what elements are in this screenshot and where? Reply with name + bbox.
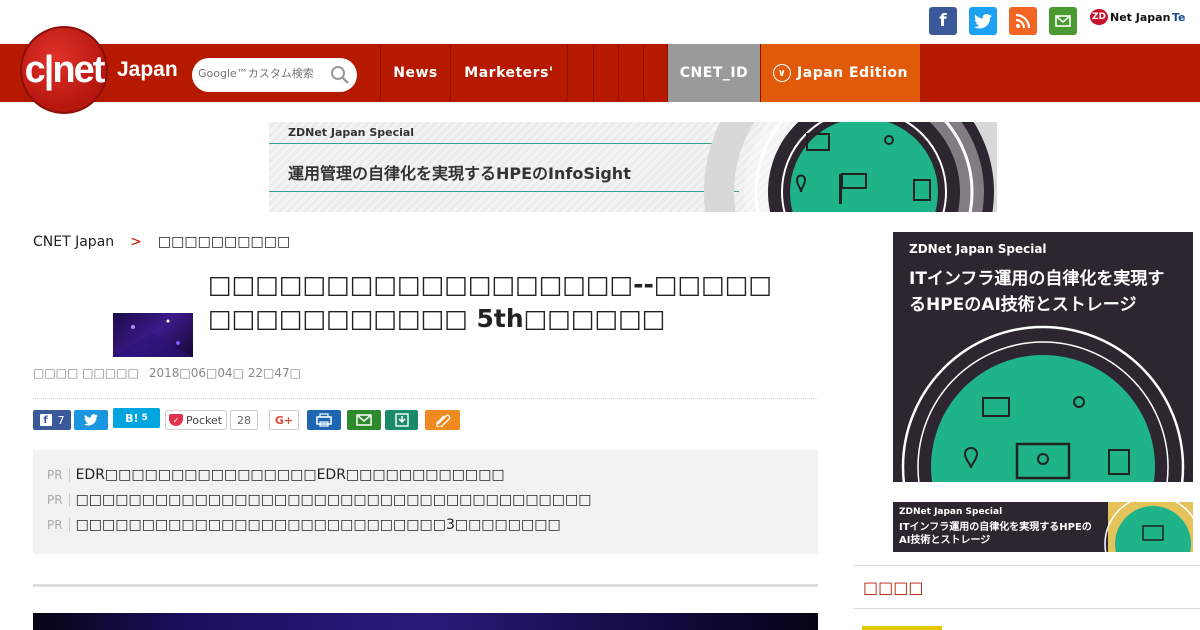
nav-empty-3[interactable]	[618, 44, 643, 102]
zdnet-label: Net Japan	[1110, 10, 1171, 24]
print-button[interactable]	[307, 410, 341, 430]
twitter-icon[interactable]	[969, 7, 997, 35]
paperclip-icon	[435, 414, 450, 427]
utility-bar: f ZD Net Japan Te	[0, 0, 1200, 44]
clip-button[interactable]	[425, 410, 460, 430]
pr-tag: PR	[47, 468, 70, 482]
nav-empty-4[interactable]	[643, 44, 667, 102]
sidebar-section-title: □□□□	[863, 578, 924, 597]
pr-link[interactable]: EDR□□□□□□□□□□□□□□□□EDR□□□□□□□□□□□□	[76, 467, 505, 483]
download-icon	[394, 413, 409, 427]
japan-edition-label: Japan Edition	[797, 65, 908, 81]
sidebar-small-ad[interactable]: ZDNet Japan Special ITインフラ運用の自律化を実現するHPE…	[893, 502, 1193, 552]
facebook-share-count: 7	[57, 413, 65, 427]
cnet-logo[interactable]: c|net	[20, 26, 108, 114]
mail-icon[interactable]	[1049, 7, 1077, 35]
mail-icon	[356, 414, 372, 426]
facebook-icon: f	[39, 414, 52, 426]
pr-item[interactable]: PR □□□□□□□□□□□□□□□□□□□□□□□□□□□□3□□□□□□□□	[47, 517, 561, 533]
article-byline: □□□□ □□□□□ 2018□06□04□ 22□47□	[33, 366, 301, 380]
nav-empty-1[interactable]	[567, 44, 593, 102]
pr-tag: PR	[47, 493, 70, 507]
pocket-icon: ✓	[169, 414, 183, 426]
divider	[33, 398, 818, 399]
nav-cnet-id[interactable]: CNET_ID	[667, 44, 760, 102]
facebook-share-button[interactable]: f 7	[33, 410, 71, 430]
hatena-count: 5	[141, 413, 148, 423]
section-divider	[33, 584, 818, 587]
breadcrumb: CNET Japan > □□□□□□□□□□	[33, 234, 290, 250]
search-icon[interactable]	[329, 64, 351, 86]
pocket-button[interactable]: ✓ Pocket	[165, 410, 227, 430]
breadcrumb-home[interactable]: CNET Japan	[33, 234, 114, 250]
print-icon	[316, 413, 332, 427]
sidebar-section-heading: □□□□	[853, 565, 1200, 609]
logo-japan-label[interactable]: Japan	[117, 58, 178, 82]
article-main-image	[33, 613, 818, 630]
top-banner-ad[interactable]: ZDNet Japan Special 運用管理の自律化を実現するHPEのInf…	[269, 122, 997, 212]
facebook-icon[interactable]: f	[929, 7, 957, 35]
article-thumbnail	[113, 313, 193, 357]
email-share-button[interactable]	[347, 410, 381, 430]
hatena-bookmark-button[interactable]: B! 5	[113, 408, 160, 428]
search-input[interactable]	[198, 67, 328, 80]
banner-rule	[269, 143, 739, 144]
breadcrumb-current[interactable]: □□□□□□□□□□	[158, 234, 290, 250]
sidebar-thumbnail[interactable]	[862, 626, 942, 630]
sidebar-ad-label: ZDNet Japan Special	[909, 242, 1047, 256]
banner-headline: 運用管理の自律化を実現するHPEのInfoSight	[288, 164, 631, 183]
article-title: □□□□□□□□□□□□□□□□□□--□□□□□ □□□□□□□□□□□ 5t…	[208, 270, 773, 333]
rss-icon[interactable]	[1009, 7, 1037, 35]
nav-japan-edition[interactable]: ∨ Japan Edition	[760, 44, 920, 102]
twitter-icon	[84, 414, 98, 426]
pr-link[interactable]: □□□□□□□□□□□□□□□□□□□□□□□□□□□□□□□□□□□□□□□	[76, 492, 592, 508]
sidebar-ad-headline: ITインフラ運用の自律化を実現するHPEのAI技術とストレージ	[909, 269, 1165, 315]
zdnet-link[interactable]: ZD Net Japan	[1090, 9, 1170, 25]
google-plus-button[interactable]: G+	[269, 410, 299, 430]
small-ad-label: ZDNet Japan Special	[899, 507, 1003, 517]
nav-marketers[interactable]: Marketers'	[450, 44, 567, 102]
pr-box: PR EDR□□□□□□□□□□□□□□□□EDR□□□□□□□□□□□□ PR…	[33, 450, 818, 554]
save-button[interactable]	[385, 410, 418, 430]
breadcrumb-separator: >	[130, 234, 142, 250]
pr-item[interactable]: PR □□□□□□□□□□□□□□□□□□□□□□□□□□□□□□□□□□□□□…	[47, 492, 591, 508]
banner-rule	[269, 191, 739, 192]
zdnet-badge: ZD	[1090, 9, 1108, 25]
pocket-count: 28	[230, 410, 258, 430]
sidebar-ad[interactable]: ZDNet Japan Special ITインフラ運用の自律化を実現するHPE…	[893, 232, 1193, 482]
twitter-share-button[interactable]	[74, 410, 108, 430]
te-link[interactable]: Te	[1172, 11, 1186, 24]
banner-circles-graphic	[704, 122, 997, 212]
chevron-down-icon: ∨	[773, 64, 792, 82]
pr-tag: PR	[47, 518, 70, 532]
small-ad-headline: ITインフラ運用の自律化を実現するHPEのAI技術とストレージ	[899, 522, 1092, 546]
banner-label: ZDNet Japan Special	[288, 126, 415, 139]
article-date: 2018□06□04□ 22□47□	[148, 366, 301, 380]
pocket-label: Pocket	[186, 413, 223, 427]
nav-empty-2[interactable]	[593, 44, 618, 102]
search-box	[192, 58, 357, 92]
nav-news[interactable]: News	[380, 44, 450, 102]
small-ad-graphic	[1104, 502, 1193, 552]
article-author[interactable]: □□□□ □□□□□	[33, 366, 139, 380]
pr-link[interactable]: □□□□□□□□□□□□□□□□□□□□□□□□□□□□3□□□□□□□□	[76, 517, 561, 533]
pr-item[interactable]: PR EDR□□□□□□□□□□□□□□□□EDR□□□□□□□□□□□□	[47, 467, 505, 483]
hatena-icon: B!	[125, 411, 139, 425]
